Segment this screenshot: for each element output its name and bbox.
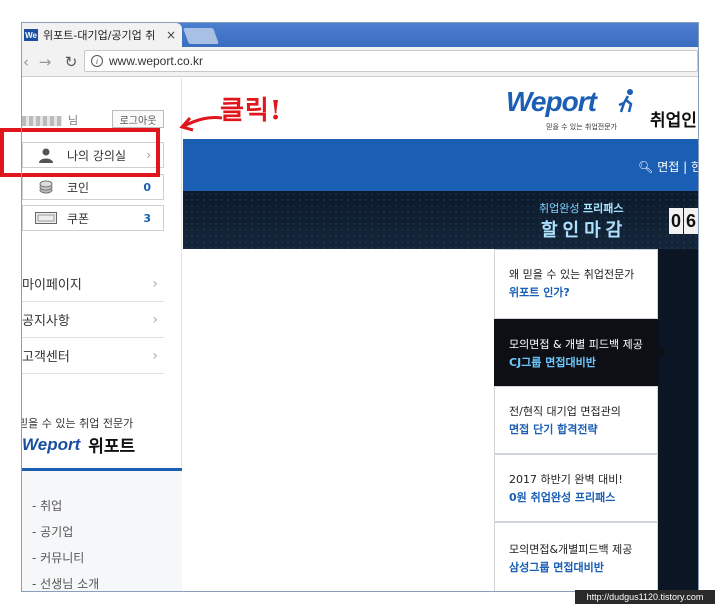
- my-classroom-label: 나의 강의실: [67, 148, 127, 163]
- runner-icon: [618, 89, 633, 113]
- promo-item[interactable]: 모의면접&개별피드백 제공 삼성그룹 면접대비반: [494, 522, 658, 591]
- promo-item[interactable]: 2017 하반기 완벽 대비! 0원 취업완성 프리패스: [494, 454, 658, 522]
- promo-line1: 왜 믿을 수 있는 취업전문가: [509, 268, 635, 281]
- menu-item-support[interactable]: 고객센터 ›: [22, 338, 164, 374]
- screenshot-frame: We 위포트-대기업/공기업 취 × ‹ → ↻ i www.weport.co…: [0, 0, 720, 614]
- logo-tagline: 믿을 수 있는 취업전문가: [546, 123, 618, 131]
- person-icon: [35, 147, 57, 163]
- active-pointer-icon: [658, 345, 665, 359]
- menu-item-mypage[interactable]: 마이페이지 ›: [22, 266, 164, 302]
- coupon-count: 3: [143, 211, 151, 225]
- address-bar[interactable]: i www.weport.co.kr: [84, 50, 698, 72]
- arrow-left-icon: [179, 116, 223, 132]
- coupon-icon: [35, 210, 57, 226]
- browser-tab-strip: We 위포트-대기업/공기업 취 ×: [22, 23, 698, 47]
- logout-button[interactable]: 로그아웃: [112, 110, 164, 128]
- promo-line2: 삼성그룹 면접대비반: [509, 561, 604, 574]
- sidebar-logo-en: Weport: [22, 434, 81, 454]
- countdown-digit: 6: [684, 208, 698, 234]
- promo-item[interactable]: 전/현직 대기업 면접관의 면접 단기 합격전략: [494, 386, 658, 454]
- promo-line2: CJ그룹 면접대비반: [509, 356, 596, 369]
- browser-tab[interactable]: We 위포트-대기업/공기업 취 ×: [22, 23, 182, 47]
- sidebar-link-public[interactable]: - 공기업: [32, 523, 73, 540]
- promo-line1: 2017 하반기 완벽 대비!: [509, 473, 623, 486]
- sidebar-logo-kr: 위포트: [88, 437, 136, 457]
- tab-title: 위포트-대기업/공기업 취: [43, 29, 156, 42]
- chevron-right-icon: ›: [146, 148, 151, 162]
- chevron-right-icon: ›: [152, 275, 158, 292]
- banner-title: 할인마감: [541, 220, 628, 241]
- menu-label: 마이페이지: [22, 278, 82, 293]
- coin-label: 코인: [67, 180, 90, 195]
- promo-line2: 0원 취업완성 프리패스: [509, 491, 616, 504]
- promo-line1: 모의면접&개별피드백 제공: [509, 543, 633, 556]
- coupon-label: 쿠폰: [67, 211, 90, 226]
- search-area[interactable]: 🔍︎ 면접 | 현: [638, 158, 698, 175]
- coin-icon: [35, 179, 57, 195]
- coupon-row[interactable]: 쿠폰 3: [22, 205, 164, 231]
- header-logo[interactable]: Weport 믿을 수 있는 취업전문가: [506, 86, 633, 131]
- promo-banner[interactable]: 취업완성 프리패스 할인마감 0 6: [183, 191, 698, 249]
- countdown: 0 6: [669, 208, 698, 234]
- promo-item-active[interactable]: 모의면접 & 개별 피드백 제공 CJ그룹 면접대비반: [494, 319, 658, 386]
- sidebar-links: - 취업 - 공기업 - 커뮤니티 - 선생님 소개: [22, 468, 182, 591]
- sidebar-link-jobs[interactable]: - 취업: [32, 497, 62, 514]
- banner-subtitle-a: 취업완성: [539, 202, 583, 215]
- user-name: 님: [22, 112, 78, 128]
- sidebar-logo[interactable]: Weport 위포트: [22, 432, 136, 458]
- watermark: http://dudgus1120.tistory.com: [575, 590, 715, 604]
- blurred-username: [22, 116, 62, 126]
- coin-count: 0: [143, 180, 151, 194]
- click-annotation: 클릭!: [220, 96, 283, 126]
- reload-icon[interactable]: ↻: [60, 53, 82, 71]
- sidebar-link-community[interactable]: - 커뮤니티: [32, 549, 84, 566]
- menu-item-notice[interactable]: 공지사항 ›: [22, 302, 164, 338]
- promo-list: 왜 믿을 수 있는 취업전문가 위포트 인가? 모의면접 & 개별 피드백 제공…: [494, 249, 698, 591]
- info-icon[interactable]: i: [91, 55, 103, 67]
- search-icon: 🔍︎: [638, 160, 654, 174]
- countdown-digit: 0: [669, 208, 683, 234]
- sidebar-slogan: 믿을 수 있는 취업 전문가: [22, 417, 134, 430]
- promo-item[interactable]: 왜 믿을 수 있는 취업전문가 위포트 인가?: [494, 249, 658, 319]
- main-nav-bar: 🔍︎ 면접 | 현: [183, 139, 698, 191]
- promo-line1: 전/현직 대기업 면접관의: [509, 405, 621, 418]
- search-text: 면접 | 현: [657, 160, 698, 174]
- menu-label: 고객센터: [22, 350, 70, 365]
- forward-icon[interactable]: →: [34, 53, 56, 71]
- chevron-right-icon: ›: [152, 311, 158, 328]
- new-tab-button[interactable]: [183, 28, 219, 44]
- browser-toolbar: ‹ → ↻ i www.weport.co.kr: [22, 47, 698, 77]
- my-classroom-button[interactable]: 나의 강의실 ›: [22, 142, 164, 168]
- web-page: 님 로그아웃 나의 강의실 › 코인 0 쿠폰 3 마이페이지 › 공지사항 ›…: [22, 78, 698, 591]
- banner-subtitle-b: 프리패스: [582, 202, 624, 215]
- promo-line2: 면접 단기 합격전략: [509, 423, 598, 436]
- url-text: www.weport.co.kr: [109, 54, 204, 68]
- chevron-right-icon: ›: [152, 347, 158, 364]
- coin-row[interactable]: 코인 0: [22, 174, 164, 200]
- back-icon[interactable]: ‹: [22, 53, 30, 71]
- promo-line1: 모의면접 & 개별 피드백 제공: [509, 338, 643, 351]
- logo-text: Weport: [506, 86, 597, 117]
- sidebar: 님 로그아웃 나의 강의실 › 코인 0 쿠폰 3 마이페이지 › 공지사항 ›…: [22, 78, 182, 591]
- user-suffix: 님: [68, 114, 79, 127]
- promo-line2: 위포트 인가?: [509, 286, 570, 299]
- sidebar-link-teachers[interactable]: - 선생님 소개: [32, 575, 99, 591]
- favicon-icon: We: [24, 29, 38, 41]
- tab-close-icon[interactable]: ×: [166, 28, 176, 42]
- header-service-label[interactable]: 취업인: [650, 106, 697, 131]
- banner-subtitle: 취업완성 프리패스: [539, 200, 623, 216]
- menu-label: 공지사항: [22, 314, 70, 329]
